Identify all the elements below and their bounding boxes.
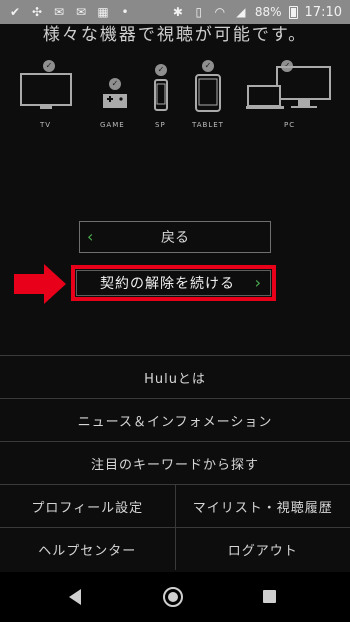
nav-home-icon[interactable] xyxy=(163,587,183,607)
check-badge-icon: ✓ xyxy=(202,60,214,72)
device-label-pc: PC xyxy=(284,121,296,129)
menu-item-logout[interactable]: ログアウト xyxy=(176,528,350,570)
mail-icon: ✉ xyxy=(75,5,87,19)
tv-icon xyxy=(20,73,72,109)
tablet-icon xyxy=(195,74,221,112)
pc-icon xyxy=(246,66,331,109)
supported-devices: ✓ TV ✓ GAME ✓ SP ✓ TABLET ✓ PC xyxy=(0,60,350,135)
dots-icon: • xyxy=(121,5,129,19)
menu-item-keywords[interactable]: 注目のキーワードから探す xyxy=(0,441,350,484)
battery-percent: 88% xyxy=(254,5,282,19)
fan-icon: ✣ xyxy=(31,5,43,19)
continue-cancellation-button[interactable]: 契約の解除を続ける › xyxy=(71,265,276,301)
nav-recent-apps-icon[interactable] xyxy=(263,590,276,603)
device-label-game: GAME xyxy=(100,121,125,129)
check-icon: ✔ xyxy=(9,5,21,19)
check-badge-icon: ✓ xyxy=(109,78,121,90)
menu-item-news[interactable]: ニュース＆インフォメーション xyxy=(0,398,350,441)
signal-icon: ◢ xyxy=(236,5,246,19)
menu-item-label: ヘルプセンター xyxy=(38,543,137,559)
smartphone-icon xyxy=(154,79,168,111)
navigation-bar xyxy=(0,572,350,622)
device-label-tablet: TABLET xyxy=(192,121,224,129)
menu-row-split: ヘルプセンター ログアウト xyxy=(0,527,350,570)
bluetooth-icon: ✱ xyxy=(172,5,183,19)
menu-item-label: プロフィール設定 xyxy=(31,500,144,516)
footer-menu: Huluとは ニュース＆インフォメーション 注目のキーワードから探す プロフィー… xyxy=(0,355,350,570)
back-button[interactable]: ‹ 戻る xyxy=(79,221,271,253)
back-button-label: 戻る xyxy=(161,230,189,246)
menu-item-label: マイリスト・視聴履歴 xyxy=(192,500,333,516)
menu-item-label: Huluとは xyxy=(144,371,206,387)
chevron-left-icon: ‹ xyxy=(87,227,94,246)
vibrate-icon: ▯ xyxy=(195,5,203,19)
page-headline: 様々な機器で視聴が可能です。 xyxy=(42,25,308,45)
continue-cancellation-label: 契約の解除を続ける xyxy=(100,276,235,292)
check-badge-icon: ✓ xyxy=(43,60,55,72)
device-label-tv: TV xyxy=(40,121,52,129)
battery-icon xyxy=(288,5,298,19)
menu-row-split: プロフィール設定 マイリスト・視聴履歴 xyxy=(0,484,350,527)
device-label-sp: SP xyxy=(155,121,166,129)
menu-item-mylist[interactable]: マイリスト・視聴履歴 xyxy=(176,485,350,527)
app-grid-icon: ▦ xyxy=(97,5,109,19)
wifi-icon: ◠ xyxy=(214,5,226,19)
check-badge-icon: ✓ xyxy=(155,64,167,76)
game-controller-icon xyxy=(103,94,127,108)
menu-item-help[interactable]: ヘルプセンター xyxy=(0,528,176,570)
nav-back-icon[interactable] xyxy=(69,589,81,605)
menu-item-label: ニュース＆インフォメーション xyxy=(77,414,273,430)
clock: 17:10 xyxy=(304,4,342,20)
red-arrow-icon xyxy=(14,264,66,304)
chevron-right-icon: › xyxy=(254,273,262,292)
mail-icon: ✉ xyxy=(53,5,65,19)
menu-item-label: 注目のキーワードから探す xyxy=(90,457,259,473)
menu-item-profile[interactable]: プロフィール設定 xyxy=(0,485,176,527)
menu-item-about[interactable]: Huluとは xyxy=(0,355,350,398)
menu-item-label: ログアウト xyxy=(227,543,298,559)
